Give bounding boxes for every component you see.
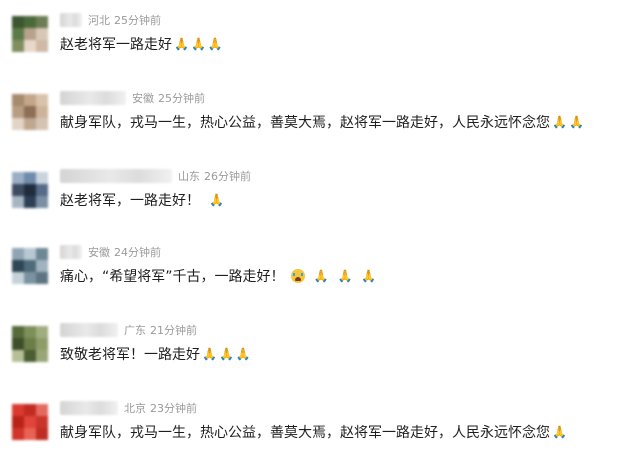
timestamp: 25分钟前: [158, 92, 205, 105]
praying-hands-icon: 🙏: [552, 115, 567, 129]
username-blurred[interactable]: [60, 245, 82, 259]
comment-text-content: 致敬老将军！一路走好: [60, 347, 200, 363]
comment-text-content: 痛心，“希望将军”千古，一路走好！: [60, 269, 285, 285]
comment-text: 痛心，“希望将军”千古，一路走好！ 🙏 🙏 🙏: [60, 266, 376, 286]
avatar[interactable]: [12, 404, 48, 440]
praying-hands-icon: 🙏: [218, 347, 234, 361]
avatar[interactable]: [12, 248, 48, 284]
location-label: 山东: [178, 170, 200, 183]
avatar[interactable]: [12, 16, 48, 52]
comment-item: 河北 25分钟前 赵老将军一路走好 🙏 🙏 🙏: [0, 12, 643, 84]
location-label: 河北: [88, 14, 110, 27]
comment-text: 献身军队，戎马一生，热心公益，善莫大焉，赵将军一路走好，人民永远怀念您 🙏: [60, 422, 567, 442]
username-blurred[interactable]: [60, 401, 118, 415]
comment-text-content: 赵老将军一路走好: [60, 37, 172, 53]
location-label: 北京: [124, 402, 146, 415]
location-label: 安徽: [132, 92, 154, 105]
comment-text: 致敬老将军！一路走好 🙏 🙏 🙏: [60, 344, 251, 364]
avatar[interactable]: [12, 326, 48, 362]
praying-hands-icon: 🙏: [174, 37, 189, 51]
timestamp: 24分钟前: [114, 246, 161, 259]
comment-meta: 广东 21分钟前: [60, 322, 197, 338]
timestamp: 23分钟前: [150, 402, 197, 415]
comment-item: 安徽 24分钟前痛心，“希望将军”千古，一路走好！ 🙏 🙏 🙏: [0, 244, 643, 316]
username-blurred[interactable]: [60, 323, 118, 337]
timestamp: 21分钟前: [150, 324, 197, 337]
praying-hands-icon: 🙏: [552, 425, 567, 439]
comment-text-content: 献身军队，戎马一生，热心公益，善莫大焉，赵将军一路走好，人民永远怀念您: [60, 425, 550, 441]
comment-meta: 安徽 24分钟前: [60, 244, 161, 260]
comment-text: 献身军队，戎马一生，热心公益，善莫大焉，赵将军一路走好，人民永远怀念您 🙏 🙏: [60, 112, 584, 132]
comment-text: 赵老将军，一路走好！ 🙏: [60, 190, 224, 210]
username-blurred[interactable]: [60, 169, 172, 183]
praying-hands-icon: 🙏: [337, 269, 353, 283]
comment-text: 赵老将军一路走好 🙏 🙏 🙏: [60, 34, 223, 54]
comment-item: 北京 23分钟前献身军队，戎马一生，热心公益，善莫大焉，赵将军一路走好，人民永远怀…: [0, 400, 643, 472]
praying-hands-icon: 🙏: [313, 269, 329, 283]
comment-meta: 河北 25分钟前: [60, 12, 161, 28]
praying-hands-icon: 🙏: [207, 37, 223, 51]
praying-hands-icon: 🙏: [235, 347, 251, 361]
comment-item: 广东 21分钟前 致敬老将军！一路走好 🙏 🙏 🙏: [0, 322, 643, 394]
username-blurred[interactable]: [60, 13, 82, 27]
crying-face-icon: [290, 269, 305, 283]
praying-hands-icon: 🙏: [190, 37, 206, 51]
comment-meta: 山东 26分钟前: [60, 168, 251, 184]
comment-text-content: 赵老将军，一路走好！: [60, 193, 200, 209]
praying-hands-icon: 🙏: [209, 193, 224, 207]
comment-text-content: 献身军队，戎马一生，热心公益，善莫大焉，赵将军一路走好，人民永远怀念您: [60, 115, 550, 131]
timestamp: 25分钟前: [114, 14, 161, 27]
location-label: 广东: [124, 324, 146, 337]
timestamp: 26分钟前: [204, 170, 251, 183]
praying-hands-icon: 🙏: [361, 269, 377, 283]
comment-meta: 北京 23分钟前: [60, 400, 197, 416]
location-label: 安徽: [88, 246, 110, 259]
praying-hands-icon: 🙏: [202, 347, 217, 361]
avatar[interactable]: [12, 94, 48, 130]
comment-item: 安徽 25分钟前献身军队，戎马一生，热心公益，善莫大焉，赵将军一路走好，人民永远怀…: [0, 90, 643, 162]
comment-item: 山东 26分钟前 赵老将军，一路走好！ 🙏: [0, 168, 643, 240]
avatar[interactable]: [12, 172, 48, 208]
username-blurred[interactable]: [60, 91, 126, 105]
praying-hands-icon: 🙏: [568, 115, 584, 129]
comment-meta: 安徽 25分钟前: [60, 90, 205, 106]
